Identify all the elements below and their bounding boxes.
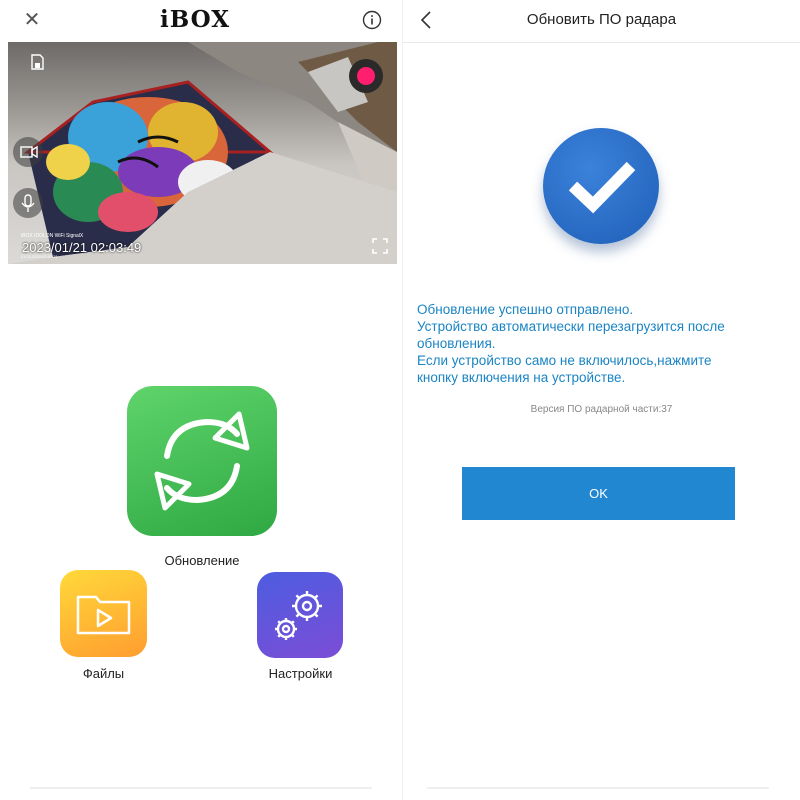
message-line: кнопку включения на устройстве. [417, 370, 626, 385]
camera-timestamp: 2023/01/21 02:03:49 [22, 240, 142, 255]
firmware-version: Версия ПО радарной части:37 [530, 404, 673, 415]
update-result-screen: Обновить ПО радара Обновление успешно от… [403, 0, 800, 800]
video-record-button[interactable] [13, 137, 43, 167]
osd-date-label: 21.01.2023 02:07:21 [21, 254, 58, 259]
files-app-button[interactable] [60, 570, 147, 657]
message-line: обновления. [417, 336, 496, 351]
page-title: Обновить ПО радара [526, 11, 677, 28]
info-icon[interactable] [362, 10, 382, 30]
brand-logo: iBOX [160, 6, 231, 33]
sd-card-icon [31, 54, 44, 70]
gears-icon [275, 591, 322, 640]
home-indicator [427, 787, 769, 789]
settings-app-label: Настройки [268, 666, 333, 681]
record-button[interactable] [349, 59, 383, 93]
fullscreen-icon[interactable] [372, 238, 388, 254]
record-dot-icon [357, 67, 375, 85]
osd-device-label: iBOX IDOLON WiFi SignalX [21, 233, 84, 239]
refresh-icon [154, 411, 250, 511]
microphone-icon [21, 194, 35, 212]
home-indicator [30, 787, 372, 789]
video-folder-icon [76, 595, 131, 635]
camera-live-view[interactable]: iBOX IDOLON WiFi SignalX 2023/01/21 02:0… [8, 42, 397, 264]
success-message: Обновление успешно отправлено. Устройств… [417, 301, 787, 386]
video-camera-icon [20, 145, 38, 159]
ok-button[interactable]: OK [462, 467, 735, 520]
settings-app-button[interactable] [257, 572, 343, 658]
header-divider [403, 42, 800, 43]
message-line: Если устройство само не включилось,нажми… [417, 353, 712, 368]
microphone-button[interactable] [13, 188, 43, 218]
message-line: Устройство автоматически перезагрузится … [417, 319, 725, 334]
success-check-icon [543, 128, 659, 244]
checkmark-icon [568, 161, 636, 214]
files-app-label: Файлы [82, 666, 125, 681]
close-icon[interactable]: ✕ [20, 8, 44, 32]
app-home-screen: ✕ iBOX iBOX IDOLON WiFi SignalX 2023/01/… [0, 0, 402, 800]
update-app-label: Обновление [164, 553, 240, 568]
message-line: Обновление успешно отправлено. [417, 302, 634, 317]
camera-image [8, 42, 397, 264]
update-app-button[interactable] [127, 386, 277, 536]
